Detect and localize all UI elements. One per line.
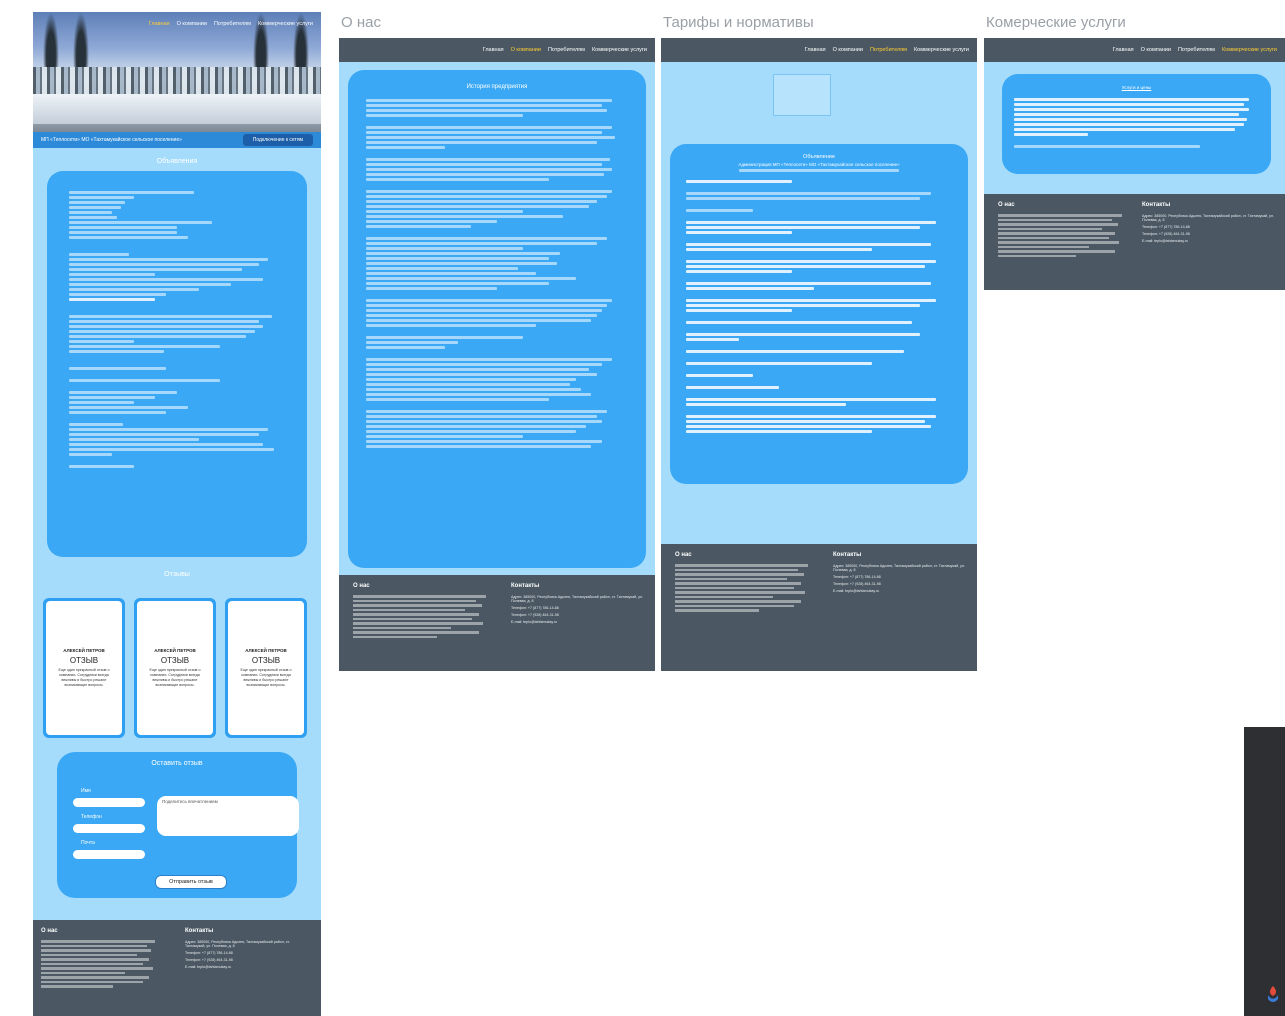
review-card: АЛЕКСЕЙ ПЕТРОВ ОТЗЫВ Еще один прекрасный о… [134, 598, 216, 738]
nav-commercial[interactable]: Коммерческие услуги [914, 47, 969, 53]
tariffs-page-frame: Главная О компании Потребителям Коммерче… [661, 38, 977, 671]
footer-phone-1[interactable]: Телефон: +7 (877) 786-14-88 [1142, 225, 1277, 229]
nav-about[interactable]: О компании [833, 47, 863, 53]
footer-address: Адрес: 385000, Республика Адыгея, Тахтам… [833, 564, 965, 572]
frame-title-tariffs: Тарифы и нормативы [663, 14, 814, 31]
history-card: История предприятия [348, 70, 646, 568]
top-nav: Главная О компании Потребителям Коммерче… [661, 38, 977, 62]
footer-phone-2[interactable]: Телефон: +7 (928) 464-31-98 [1142, 232, 1277, 236]
nav-commercial[interactable]: Коммерческие услуги [1222, 47, 1277, 53]
services-card: Услуги и цены [1002, 74, 1271, 174]
review-card: АЛЕКСЕЙ ПЕТРОВ ОТЗЫВ Еще один прекрасный о… [225, 598, 307, 738]
email-label: Почта [81, 840, 95, 846]
name-input[interactable] [73, 798, 145, 807]
reviews-title: Отзывы [164, 571, 190, 578]
app-logo-icon [1268, 986, 1278, 1002]
footer-phone-2[interactable]: Телефон: +7 (928) 464-31-98 [511, 613, 646, 617]
review-author: АЛЕКСЕЙ ПЕТРОВ [245, 648, 287, 653]
feedback-form: Оставить отзыв Имя Телефон Почта Поделит… [57, 752, 299, 898]
frame-title-commercial: Комерческие услуги [986, 14, 1126, 31]
footer-email[interactable]: E-mail: teplo@tahtamukay.ru [1142, 239, 1277, 243]
nav-consumers[interactable]: Потребителям [870, 47, 907, 53]
review-heading: ОТЗЫВ [160, 656, 190, 665]
hero-bar: МП «Теплосети» МО «Тахтамукайское сельск… [33, 132, 321, 148]
nav-home[interactable]: Главная [805, 47, 826, 53]
footer-email[interactable]: E-mail: teplo@tahtamukay.ru [833, 589, 968, 593]
footer: О нас Контакты Адрес: 385000, Республика… [339, 575, 655, 671]
review-heading: ОТЗЫВ [251, 656, 281, 665]
nav-consumers[interactable]: Потребителям [1178, 47, 1215, 53]
announcements-title: Объявления [156, 158, 198, 165]
reviews-row: АЛЕКСЕЙ ПЕТРОВ ОТЗЫВ Еще один прекрасный о… [33, 598, 321, 738]
footer-address: Адрес: 385000, Республика Адыгея, Тахтам… [185, 940, 290, 948]
phone-label: Телефон [81, 814, 102, 820]
top-nav: Главная О компании Потребителям Коммерче… [339, 38, 655, 62]
send-review-button[interactable]: Отправить отзыв [155, 875, 227, 889]
review-textarea[interactable]: Поделитесь впечатлением [157, 796, 299, 836]
review-author: АЛЕКСЕЙ ПЕТРОВ [154, 648, 196, 653]
nav-commercial[interactable]: Коммерческие услуги [592, 47, 647, 53]
footer-address: Адрес: 385000, Республика Адыгея, Тахтам… [511, 595, 643, 603]
home-page-frame: Главная О компании Потребителям Коммерче… [33, 12, 321, 1016]
review-text: Еще один прекрасный отзыв о компании. Со… [58, 668, 110, 687]
hero-company: МП «Теплосети» МО «Тахтамукайское сельск… [41, 137, 182, 143]
phone-input[interactable] [73, 824, 145, 833]
top-nav: Главная О компании Потребителям Коммерче… [33, 12, 321, 36]
announcement-title: Объявление [803, 154, 835, 160]
footer-phone-1[interactable]: Телефон: +7 (877) 786-14-88 [511, 606, 646, 610]
nav-commercial[interactable]: Коммерческие услуги [258, 21, 313, 27]
top-nav: Главная О компании Потребителям Коммерче… [984, 38, 1285, 62]
footer-phone-1[interactable]: Телефон: +7 (877) 786-14-88 [185, 951, 310, 955]
announcements-card [47, 171, 307, 557]
feedback-title: Оставить отзыв [151, 760, 203, 767]
review-author: АЛЕКСЕЙ ПЕТРОВ [63, 648, 105, 653]
nav-about[interactable]: О компании [177, 21, 207, 27]
footer: О нас Контакты Адрес: 385000, Республика… [33, 920, 321, 1016]
nav-consumers[interactable]: Потребителям [214, 21, 251, 27]
nav-consumers[interactable]: Потребителям [548, 47, 585, 53]
footer: О нас Контакты Адрес: 385000, Республика… [661, 544, 977, 671]
nav-home[interactable]: Главная [149, 21, 170, 27]
footer-email[interactable]: E-mail: teplo@tahtamukay.ru [185, 965, 310, 969]
review-card: АЛЕКСЕЙ ПЕТРОВ ОТЗЫВ Еще один прекрасный о… [43, 598, 125, 738]
tariffs-card: Объявление Администрация МП «Теплосети» … [670, 144, 968, 484]
services-title: Услуги и цены [1121, 85, 1152, 90]
review-text: Еще один прекрасный отзыв о компании. Со… [240, 668, 292, 687]
footer: О нас Контакты Адрес: 385000, Республика… [984, 194, 1285, 290]
footer-address: Адрес: 385000, Республика Адыгея, Тахтам… [1142, 214, 1274, 222]
nav-home[interactable]: Главная [483, 47, 504, 53]
side-panel [1244, 727, 1285, 1016]
nav-about[interactable]: О компании [511, 47, 541, 53]
review-heading: ОТЗЫВ [69, 656, 99, 665]
history-title: История предприятия [466, 84, 528, 90]
review-text: Еще один прекрасный отзыв о компании. Со… [149, 668, 201, 687]
about-page-frame: Главная О компании Потребителям Коммерче… [339, 38, 655, 671]
footer-phone-1[interactable]: Телефон: +7 (877) 786-14-88 [833, 575, 968, 579]
footer-phone-2[interactable]: Телефон: +7 (928) 464-31-98 [185, 958, 310, 962]
nav-about[interactable]: О компании [1141, 47, 1171, 53]
frame-title-about: О нас [341, 14, 381, 31]
announcement-subtitle: Администрация МП «Теплосети» МО «Тахтаму… [738, 162, 900, 167]
commercial-page-frame: Главная О компании Потребителям Коммерче… [984, 38, 1285, 290]
nav-home[interactable]: Главная [1113, 47, 1134, 53]
connect-button[interactable]: Подключение к сетям [242, 134, 313, 146]
email-input[interactable] [73, 850, 145, 859]
image-placeholder [773, 74, 831, 116]
footer-email[interactable]: E-mail: teplo@tahtamukay.ru [511, 620, 646, 624]
name-label: Имя [81, 788, 91, 794]
footer-phone-2[interactable]: Телефон: +7 (928) 464-31-98 [833, 582, 968, 586]
